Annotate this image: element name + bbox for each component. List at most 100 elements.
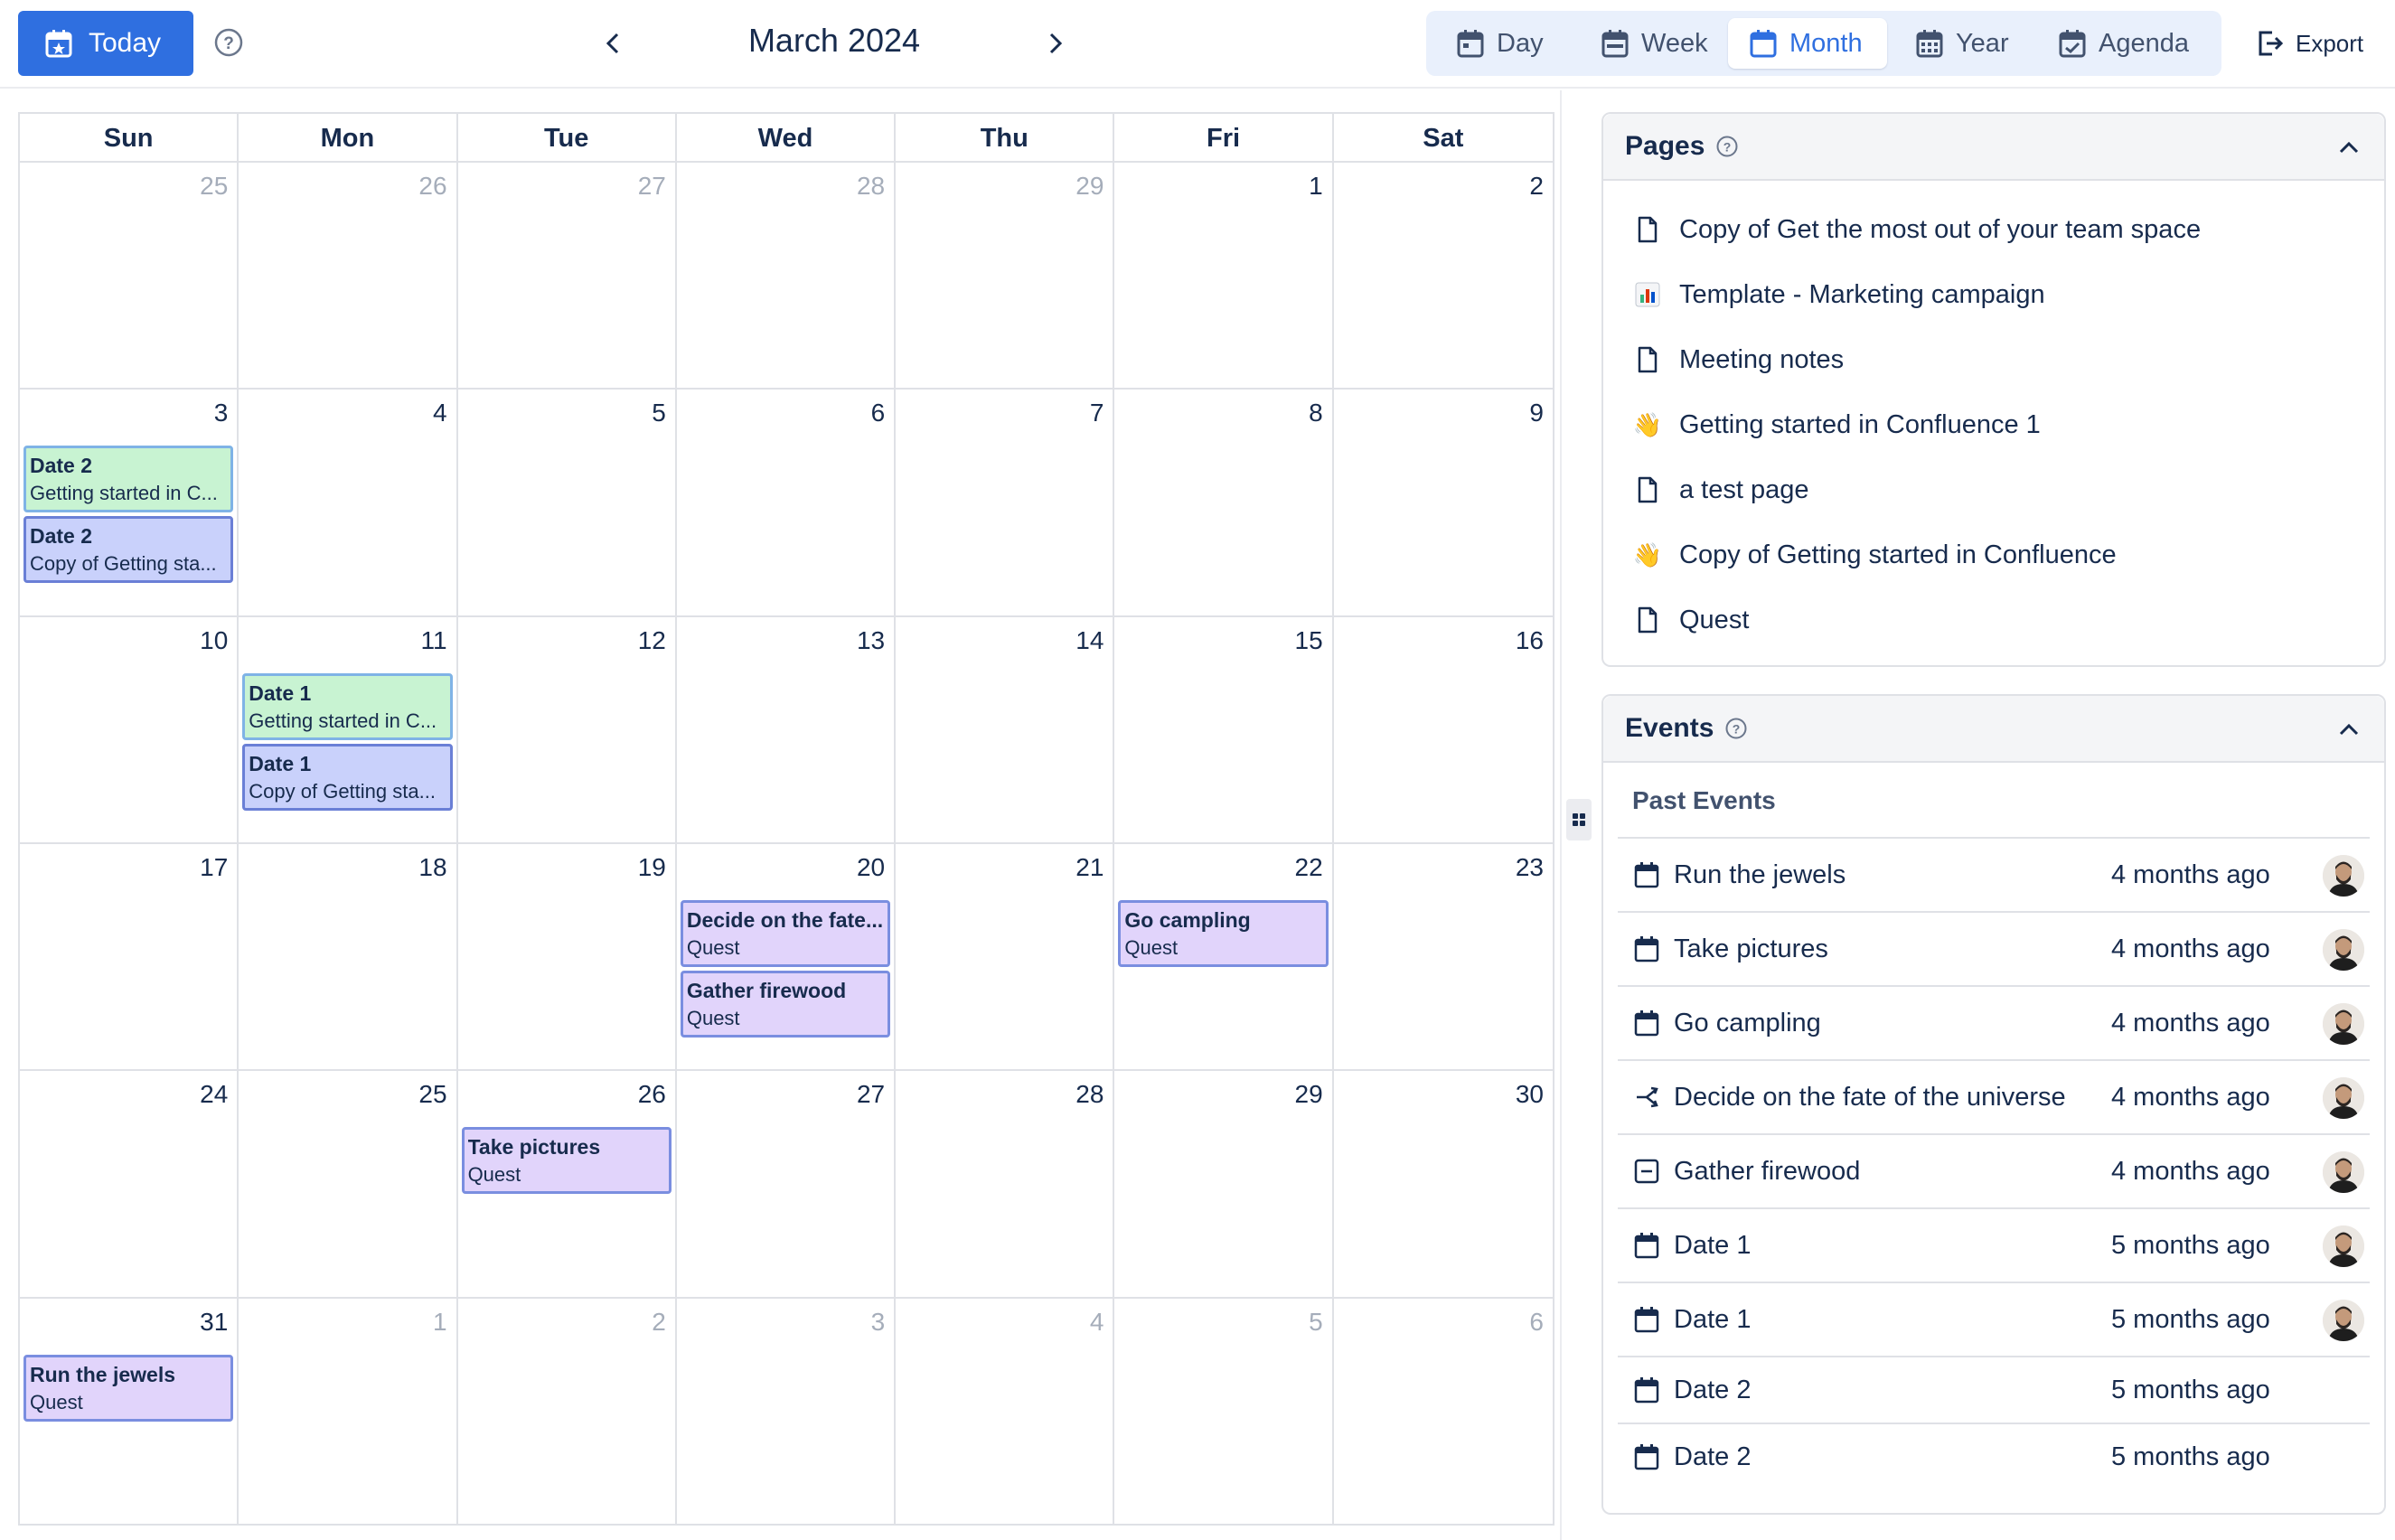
day-cell[interactable]: 10 bbox=[20, 616, 240, 844]
calendar-event[interactable]: Date 1 Copy of Getting sta... bbox=[242, 743, 453, 811]
day-cell[interactable]: 31 Run the jewels Quest bbox=[20, 1298, 240, 1526]
resize-handle[interactable] bbox=[1566, 799, 1592, 840]
past-event-row[interactable]: Date 2 5 months ago bbox=[1618, 1423, 2370, 1489]
day-cell[interactable]: 25 bbox=[20, 163, 240, 390]
page-link[interactable]: Meeting notes bbox=[1603, 327, 2384, 392]
day-cell[interactable]: 26 Take pictures Quest bbox=[457, 1071, 677, 1299]
past-event-row[interactable]: Date 1 5 months ago bbox=[1618, 1207, 2370, 1282]
avatar[interactable] bbox=[2323, 1003, 2364, 1045]
view-day-button[interactable]: Day bbox=[1435, 18, 1580, 69]
day-cell[interactable]: 14 bbox=[896, 616, 1115, 844]
day-cell[interactable]: 5 bbox=[457, 390, 677, 617]
day-cell[interactable]: 21 bbox=[896, 843, 1115, 1072]
avatar[interactable] bbox=[2323, 1225, 2364, 1267]
day-cell[interactable]: 18 bbox=[239, 843, 458, 1072]
past-event-row[interactable]: Date 1 5 months ago bbox=[1618, 1282, 2370, 1356]
day-cell[interactable]: 30 bbox=[1333, 1071, 1553, 1299]
day-cell[interactable]: 28 bbox=[676, 163, 897, 390]
day-cell[interactable]: 9 bbox=[1333, 390, 1553, 617]
day-cell[interactable]: 5 bbox=[1114, 1298, 1334, 1526]
event-type-icon bbox=[1634, 861, 1665, 888]
day-cell[interactable]: 23 bbox=[1333, 844, 1553, 1072]
day-cell[interactable]: 25 bbox=[239, 1071, 458, 1299]
view-month-button[interactable]: Month bbox=[1728, 18, 1887, 69]
day-cell[interactable]: 17 bbox=[20, 843, 240, 1072]
avatar[interactable] bbox=[2323, 929, 2364, 971]
past-event-row[interactable]: Go campling 4 months ago bbox=[1618, 985, 2370, 1059]
day-cell[interactable]: 6 bbox=[1334, 1299, 1553, 1526]
avatar[interactable] bbox=[2323, 1151, 2364, 1193]
event-name: Date 1 bbox=[1674, 1304, 1752, 1334]
past-event-row[interactable]: Decide on the fate of the universe 4 mont… bbox=[1618, 1059, 2370, 1133]
event-time-ago: 4 months ago bbox=[2111, 934, 2270, 963]
day-cell[interactable]: 2 bbox=[1333, 163, 1553, 390]
page-link[interactable]: Copy of Get the most out of your team sp… bbox=[1603, 197, 2384, 262]
day-cell[interactable]: 6 bbox=[676, 390, 897, 617]
next-month-button[interactable] bbox=[1039, 27, 1072, 60]
day-cell[interactable]: 24 bbox=[20, 1071, 240, 1299]
event-subtitle: Quest bbox=[686, 935, 740, 959]
calendar-event[interactable]: Date 2 Copy of Getting sta... bbox=[23, 516, 234, 584]
page-link[interactable]: Quest bbox=[1603, 587, 2384, 653]
day-number: 9 bbox=[1529, 399, 1544, 427]
day-cell[interactable]: 29 bbox=[896, 163, 1115, 390]
help-icon[interactable]: ? bbox=[213, 27, 244, 58]
day-cell[interactable]: 1 bbox=[239, 1298, 458, 1526]
day-cell[interactable]: 22 Go campling Quest bbox=[1114, 843, 1334, 1072]
calendar-event[interactable]: Take pictures Quest bbox=[461, 1127, 672, 1195]
event-type-icon bbox=[1634, 1159, 1665, 1184]
panel-divider bbox=[1560, 90, 1562, 1540]
day-cell[interactable]: 7 bbox=[896, 390, 1115, 617]
past-event-row[interactable]: Run the jewels 4 months ago bbox=[1618, 837, 2370, 911]
day-cell[interactable]: 19 bbox=[457, 843, 677, 1072]
day-cell[interactable]: 28 bbox=[896, 1071, 1115, 1299]
day-cell[interactable]: 16 bbox=[1333, 617, 1553, 844]
calendar-event[interactable]: Run the jewels Quest bbox=[23, 1354, 234, 1422]
calendar-event[interactable]: Date 2 Getting started in C... bbox=[23, 446, 234, 513]
day-cell[interactable]: 1 bbox=[1114, 163, 1334, 390]
page-link[interactable]: a test page bbox=[1603, 457, 2384, 522]
help-icon[interactable]: ? bbox=[1715, 135, 1739, 158]
collapse-events-button[interactable] bbox=[2335, 716, 2362, 743]
day-cell[interactable]: 27 bbox=[457, 163, 677, 390]
view-agenda-button[interactable]: Agenda bbox=[2037, 18, 2214, 69]
day-cell[interactable]: 4 bbox=[896, 1298, 1115, 1526]
weekday-label: Thu bbox=[896, 114, 1115, 163]
calendar-event[interactable]: Go campling Quest bbox=[1118, 899, 1329, 967]
svg-text:?: ? bbox=[1723, 140, 1732, 155]
day-cell[interactable]: 15 bbox=[1114, 616, 1334, 844]
day-cell[interactable]: 8 bbox=[1114, 390, 1334, 617]
page-title: Quest bbox=[1679, 605, 1750, 634]
export-button[interactable]: Export bbox=[2256, 27, 2363, 60]
day-events: Go campling Quest bbox=[1118, 899, 1329, 967]
day-cell[interactable]: 20 Decide on the fate... Quest Gather firew… bbox=[676, 843, 897, 1072]
past-event-row[interactable]: Gather firewood 4 months ago bbox=[1618, 1133, 2370, 1207]
day-cell[interactable]: 11 Date 1 Getting started in C... Date 1 Cop… bbox=[239, 616, 458, 844]
day-cell[interactable]: 2 bbox=[458, 1298, 677, 1526]
view-year-button[interactable]: Year bbox=[1894, 18, 2039, 69]
avatar[interactable] bbox=[2323, 1300, 2364, 1341]
day-cell[interactable]: 29 bbox=[1114, 1071, 1334, 1299]
day-cell[interactable]: 13 bbox=[676, 616, 897, 844]
today-button[interactable]: Today bbox=[18, 11, 193, 76]
page-link[interactable]: 👋 Copy of Getting started in Confluence bbox=[1603, 522, 2384, 587]
collapse-pages-button[interactable] bbox=[2335, 134, 2362, 161]
help-icon[interactable]: ? bbox=[1724, 717, 1748, 740]
page-link[interactable]: Template - Marketing campaign bbox=[1603, 262, 2384, 327]
calendar-event[interactable]: Decide on the fate... Quest bbox=[680, 899, 891, 967]
day-cell[interactable]: 3 bbox=[677, 1298, 897, 1526]
past-event-row[interactable]: Take pictures 4 months ago bbox=[1618, 911, 2370, 985]
day-cell[interactable]: 4 bbox=[239, 390, 458, 617]
day-cell[interactable]: 26 bbox=[239, 163, 458, 390]
day-cell[interactable]: 3 Date 2 Getting started in C... Date 2 Copy… bbox=[20, 390, 240, 617]
avatar[interactable] bbox=[2323, 1077, 2364, 1119]
calendar-event[interactable]: Date 1 Getting started in C... bbox=[242, 672, 453, 740]
day-cell[interactable]: 12 bbox=[457, 616, 677, 844]
past-event-row[interactable]: Date 2 5 months ago bbox=[1618, 1356, 2370, 1423]
page-link[interactable]: 👋 Getting started in Confluence 1 bbox=[1603, 392, 2384, 457]
view-week-button[interactable]: Week bbox=[1580, 18, 1735, 69]
previous-month-button[interactable] bbox=[596, 27, 629, 60]
avatar[interactable] bbox=[2323, 855, 2364, 897]
calendar-event[interactable]: Gather firewood Quest bbox=[680, 970, 891, 1038]
day-cell[interactable]: 27 bbox=[676, 1071, 897, 1299]
